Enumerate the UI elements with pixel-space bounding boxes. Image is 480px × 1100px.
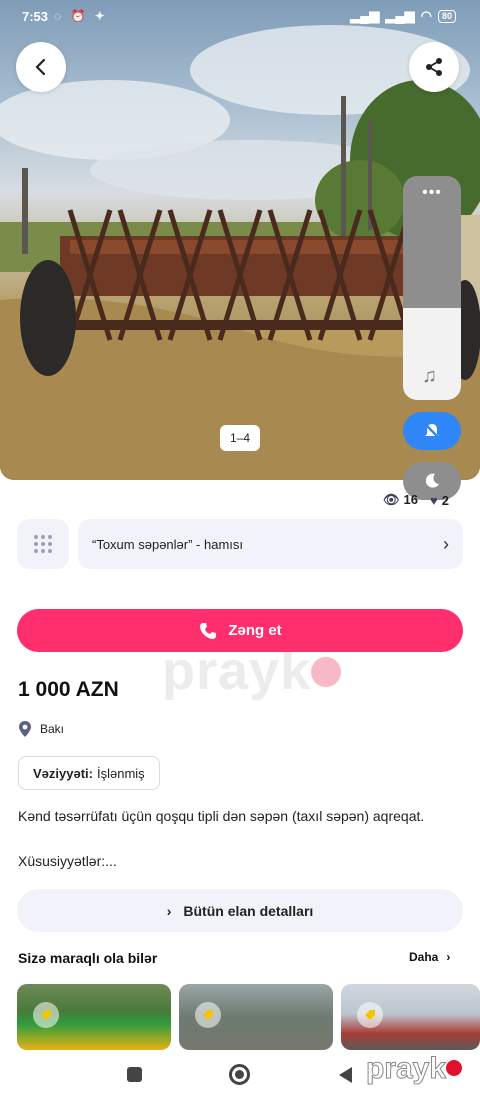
back-button[interactable] (16, 42, 66, 92)
signal-icon-2: ▂▄▆ (385, 8, 415, 23)
tag-icon (41, 1010, 51, 1020)
all-details-label: Bütün elan detalları (183, 902, 314, 919)
call-label: Zəng et (228, 622, 282, 639)
notification-icons: ◌ ⏰ ✦ (54, 9, 108, 23)
brand-logo-text: prayk (365, 1052, 447, 1086)
location-label: Bakı (40, 722, 65, 736)
brand-logo-dot (446, 1060, 463, 1076)
condition-label: Vəziyyəti: (33, 765, 93, 781)
home-button[interactable] (229, 1064, 250, 1085)
recommended-title: Sizə maraqlı ola bilər (18, 950, 158, 966)
category-label: “Toxum səpənlər” - hamısı (92, 536, 243, 552)
status-bar: 7:53 ◌ ⏰ ✦ ▂▄▆ ▂▄▆ ◠ 80 (0, 0, 480, 34)
volume-slider[interactable]: ••• ♫ (403, 176, 461, 400)
chevron-right-icon: › (446, 950, 451, 964)
tag-icon (203, 1010, 213, 1020)
music-note-icon: ♫ (422, 365, 437, 387)
status-time: 7:53 (22, 9, 49, 24)
favorite-icon[interactable] (195, 1002, 221, 1028)
description: Kənd təsərrüfatı üçün qoşqu tipli dən sə… (18, 808, 425, 824)
eye-icon: 👁 (383, 492, 400, 507)
favorites-count: 2 (441, 492, 449, 508)
recents-button[interactable] (127, 1067, 142, 1082)
share-button[interactable] (409, 42, 459, 92)
call-button[interactable]: Zəng et (17, 609, 463, 652)
condition-badge: Vəziyyəti: İşlənmiş (18, 756, 160, 790)
back-nav-button[interactable] (339, 1067, 352, 1083)
views-count: 16 (403, 492, 418, 507)
condition-value: İşlənmiş (96, 765, 145, 781)
location: Bakı (18, 720, 64, 738)
signal-icon: ▂▄▆ (350, 8, 380, 23)
grid-icon (34, 535, 52, 553)
more-link[interactable]: Daha › (409, 950, 450, 964)
mute-toggle[interactable] (403, 412, 461, 450)
favorite-icon[interactable] (33, 1002, 59, 1028)
chevron-left-icon (35, 58, 46, 76)
battery-icon: 80 (437, 9, 456, 23)
favorites-stat: ♥ 2 (430, 493, 449, 508)
more-label: Daha (409, 950, 439, 964)
category-link[interactable]: “Toxum səpənlər” - hamısı › (78, 519, 463, 569)
heart-icon: ♥ (429, 492, 438, 508)
features-text: Xüsusiyyətlər:... (18, 853, 117, 869)
watermark-dot (311, 657, 342, 687)
more-icon[interactable]: ••• (403, 184, 461, 202)
views-stat: 👁 16 (383, 492, 418, 508)
bell-off-icon (424, 423, 440, 439)
tag-icon (365, 1010, 375, 1020)
recommended-item[interactable] (341, 984, 480, 1050)
favorite-icon[interactable] (357, 1002, 383, 1028)
price: 1 000 AZN (18, 678, 119, 701)
brand-logo: prayk (365, 1052, 463, 1086)
phone-icon (200, 622, 217, 639)
chevron-right-icon: › (166, 902, 172, 919)
share-icon (426, 58, 442, 76)
chevron-right-icon: › (443, 533, 449, 554)
catalog-button[interactable] (17, 519, 69, 569)
status-right: ▂▄▆ ▂▄▆ ◠ 80 (350, 8, 456, 24)
wifi-icon: ◠ (420, 8, 432, 23)
all-details-button[interactable]: › Bütün elan detalları (17, 889, 463, 932)
location-pin-icon (19, 721, 31, 737)
listing-stats: 👁 16 ♥ 2 (383, 492, 449, 508)
recommended-item[interactable] (179, 984, 333, 1050)
photo-counter: 1–4 (220, 425, 260, 451)
moon-icon (425, 473, 439, 488)
recommended-item[interactable] (17, 984, 171, 1050)
